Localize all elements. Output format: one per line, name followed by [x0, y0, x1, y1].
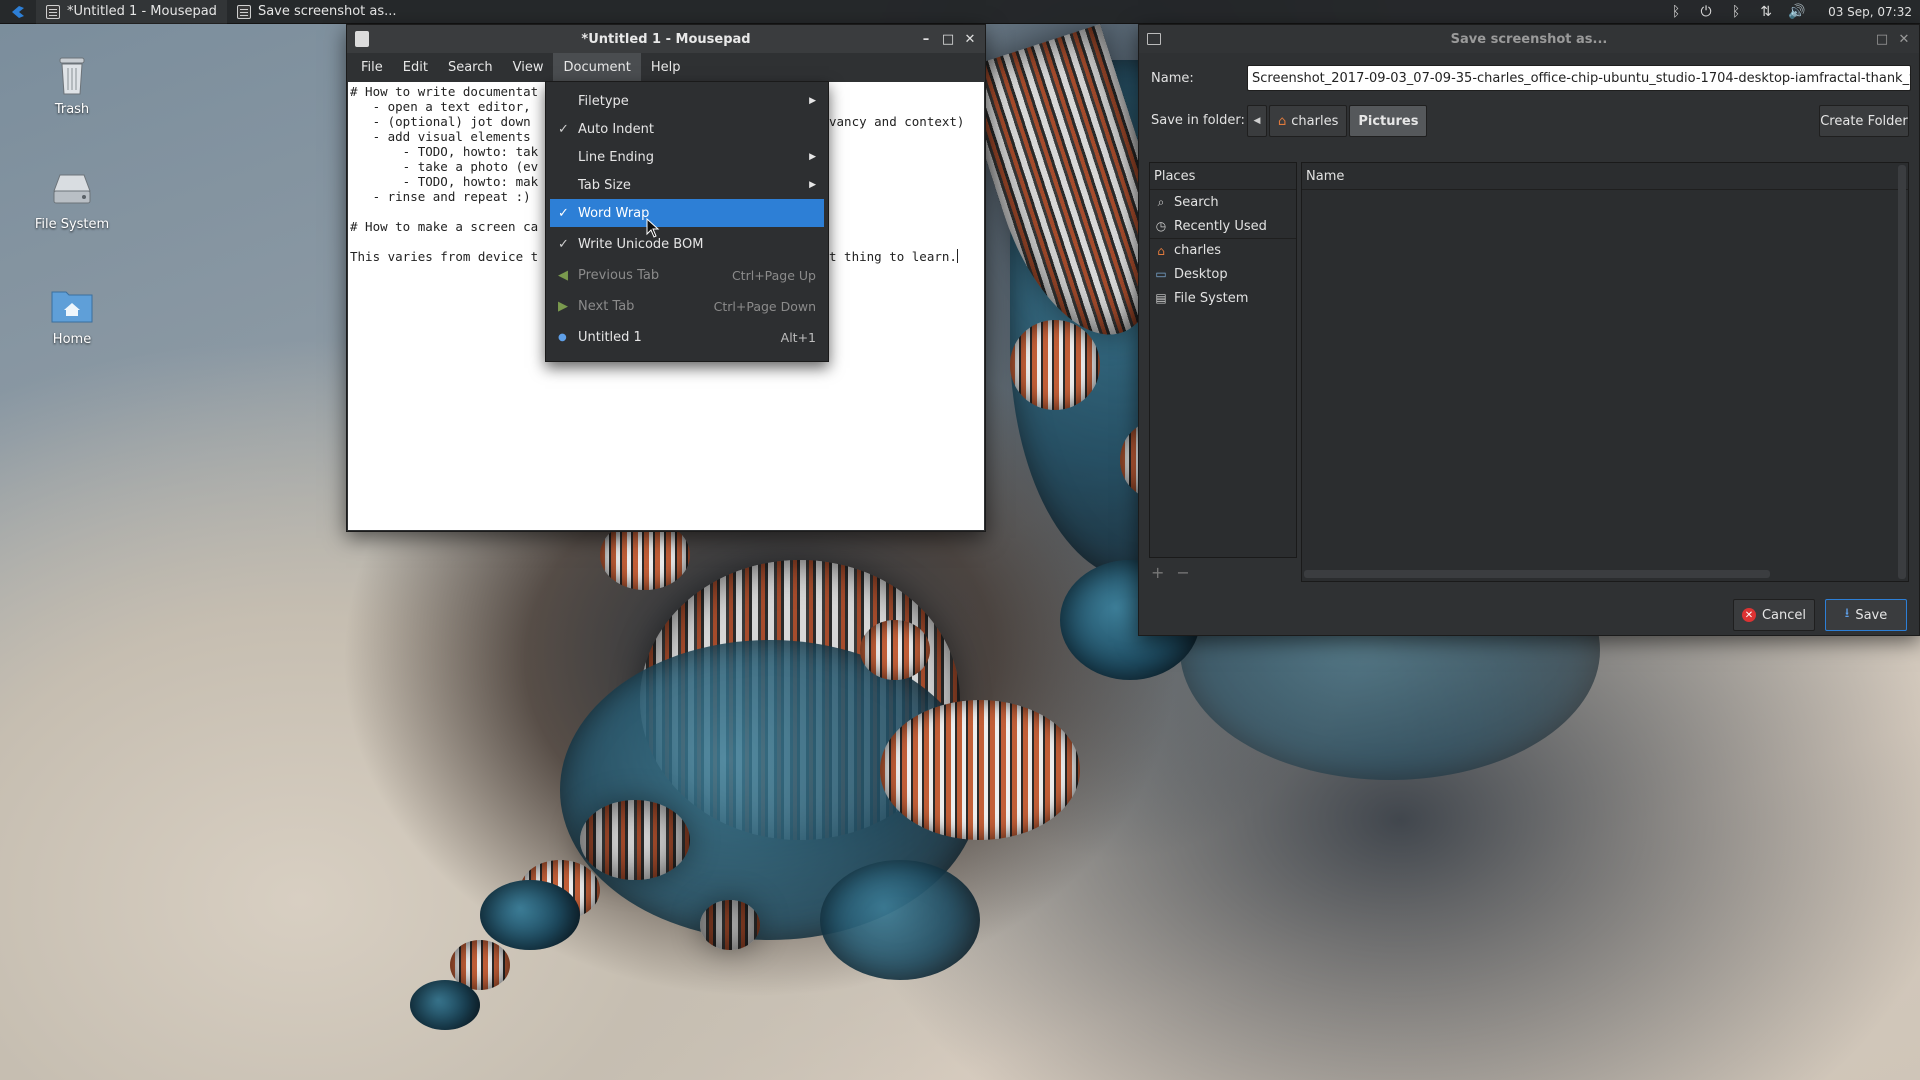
desktop-icon-home[interactable]: Home	[24, 280, 120, 347]
column-header-name[interactable]: Name	[1302, 163, 1908, 190]
editor-line-fragment: vancy and context)	[829, 114, 965, 129]
maximize-icon[interactable]: □	[1873, 30, 1891, 48]
places-item-charles[interactable]: ⌂ charles	[1150, 238, 1296, 262]
save-dialog: Save screenshot as... □ ✕ Name: Screensh…	[1138, 24, 1920, 636]
document-menu: Filetype ▶ ✓ Auto Indent Line Ending ▶ T…	[545, 81, 829, 362]
cancel-button[interactable]: ✕ Cancel	[1733, 599, 1815, 631]
places-item-recently-used[interactable]: ◷ Recently Used	[1150, 214, 1296, 238]
cancel-icon: ✕	[1741, 608, 1756, 622]
filename-input[interactable]: Screenshot_2017-09-03_07-09-35-charles_o…	[1247, 65, 1911, 91]
close-icon[interactable]: ✕	[961, 30, 979, 48]
taskbar-item-label: *Untitled 1 - Mousepad	[67, 4, 217, 19]
menu-search[interactable]: Search	[438, 53, 503, 81]
taskbar-item-label: Save screenshot as...	[257, 4, 397, 19]
save-button[interactable]: ⭳ Save	[1825, 599, 1907, 631]
taskbar-item-save-dialog[interactable]: Save screenshot as...	[227, 0, 407, 24]
home-icon: ⌂	[1278, 113, 1287, 129]
drive-icon: ▤	[1155, 291, 1167, 305]
home-folder-icon	[48, 280, 96, 328]
submenu-arrow-icon: ▶	[809, 152, 816, 162]
desktop-icon-label: Trash	[54, 102, 90, 117]
path-back-button[interactable]: ◀	[1247, 105, 1267, 137]
arrow-left-icon: ◀	[558, 267, 568, 283]
system-tray: ᛒ ⏻ ᛒ ⇅ 🔊 03 Sep, 07:32	[1668, 4, 1920, 20]
window-title: *Untitled 1 - Mousepad	[581, 31, 751, 47]
menu-view[interactable]: View	[503, 53, 554, 81]
dialog-icon	[1147, 33, 1161, 45]
desktop-icon-trash[interactable]: Trash	[24, 50, 120, 117]
menu-item-word-wrap[interactable]: ✓ Word Wrap	[550, 199, 824, 227]
name-label: Name:	[1151, 71, 1194, 86]
path-button-pictures[interactable]: Pictures	[1349, 105, 1428, 137]
desktop-icon-label: Home	[52, 332, 92, 347]
places-item-file-system[interactable]: ▤ File System	[1150, 286, 1296, 310]
dialog-icon	[236, 4, 251, 19]
check-icon: ✓	[558, 236, 569, 252]
desktop-icon: ▭	[1155, 267, 1167, 281]
drive-icon	[48, 165, 96, 213]
desktop-icon-file-system[interactable]: File System	[24, 165, 120, 232]
bluetooth-icon[interactable]: ᛒ	[1728, 4, 1744, 20]
dialog-title: Save screenshot as...	[1450, 31, 1608, 47]
places-item-desktop[interactable]: ▭ Desktop	[1150, 262, 1296, 286]
mouse-pointer-icon	[646, 218, 660, 238]
menu-file[interactable]: File	[351, 53, 393, 81]
menu-edit[interactable]: Edit	[393, 53, 438, 81]
places-sidebar: Places ⌕ Search ◷ Recently Used ⌂ charle…	[1149, 162, 1297, 558]
menu-help[interactable]: Help	[641, 53, 691, 81]
path-button-charles[interactable]: ⌂ charles	[1269, 105, 1348, 137]
search-icon: ⌕	[1157, 194, 1165, 209]
bluetooth-icon[interactable]: ᛒ	[1668, 4, 1684, 20]
save-in-folder-label: Save in folder:	[1151, 113, 1245, 128]
mousepad-titlebar[interactable]: *Untitled 1 - Mousepad – □ ✕	[347, 25, 985, 53]
home-icon: ⌂	[1157, 243, 1165, 258]
text-editor-icon	[46, 4, 60, 19]
menu-item-tab-size[interactable]: Tab Size ▶	[546, 171, 828, 199]
menu-item-untitled-1[interactable]: ● Untitled 1 Alt+1	[546, 323, 828, 351]
trash-icon	[48, 50, 96, 98]
volume-icon[interactable]: 🔊	[1788, 4, 1805, 20]
horizontal-scrollbar[interactable]	[1304, 570, 1770, 578]
dialog-titlebar[interactable]: Save screenshot as... □ ✕	[1139, 25, 1919, 53]
close-icon[interactable]: ✕	[1895, 30, 1913, 48]
save-icon: ⭳	[1844, 606, 1850, 621]
network-icon[interactable]: ⇅	[1758, 4, 1774, 20]
path-bar: ◀ ⌂ charles Pictures	[1247, 105, 1428, 137]
vertical-scrollbar[interactable]	[1898, 165, 1906, 579]
top-panel: *Untitled 1 - Mousepad Save screenshot a…	[0, 0, 1920, 24]
chevron-left-icon: ◀	[1253, 116, 1261, 126]
text-editor-icon	[355, 31, 369, 47]
file-list[interactable]: Name	[1301, 162, 1909, 582]
clock-icon: ◷	[1155, 219, 1167, 233]
taskbar-item-mousepad[interactable]: *Untitled 1 - Mousepad	[36, 0, 227, 24]
places-edit-controls: + −	[1151, 563, 1190, 582]
menu-document[interactable]: Document	[553, 53, 641, 81]
menu-item-line-ending[interactable]: Line Ending ▶	[546, 143, 828, 171]
remove-bookmark-icon[interactable]: −	[1176, 563, 1189, 582]
desktop-icon-label: File System	[34, 217, 110, 232]
check-icon: ✓	[558, 205, 569, 221]
minimize-icon[interactable]: –	[917, 30, 935, 48]
menu-item-next-tab[interactable]: ▶ Next Tab Ctrl+Page Down	[546, 289, 828, 323]
clock[interactable]: 03 Sep, 07:32	[1828, 5, 1912, 19]
applications-menu-icon[interactable]	[0, 0, 36, 24]
places-header: Places	[1150, 163, 1296, 190]
menu-item-filetype[interactable]: Filetype ▶	[546, 87, 828, 115]
add-bookmark-icon[interactable]: +	[1151, 563, 1164, 582]
menubar: File Edit Search View Document Help	[347, 53, 985, 81]
submenu-arrow-icon: ▶	[809, 180, 816, 190]
create-folder-button[interactable]: Create Folder	[1819, 105, 1909, 137]
radio-dot-icon: ●	[558, 331, 567, 343]
menu-item-auto-indent[interactable]: ✓ Auto Indent	[546, 115, 828, 143]
editor-line-fragment: t thing to learn.	[829, 249, 957, 264]
menu-item-write-unicode-bom[interactable]: ✓ Write Unicode BOM	[546, 227, 828, 261]
menu-item-previous-tab[interactable]: ◀ Previous Tab Ctrl+Page Up	[546, 261, 828, 289]
text-caret	[956, 249, 958, 263]
check-icon: ✓	[558, 121, 569, 137]
power-plug-icon[interactable]: ⏻	[1698, 4, 1714, 20]
places-item-search[interactable]: ⌕ Search	[1150, 190, 1296, 214]
submenu-arrow-icon: ▶	[809, 96, 816, 106]
maximize-icon[interactable]: □	[939, 30, 957, 48]
arrow-right-icon: ▶	[558, 298, 568, 314]
